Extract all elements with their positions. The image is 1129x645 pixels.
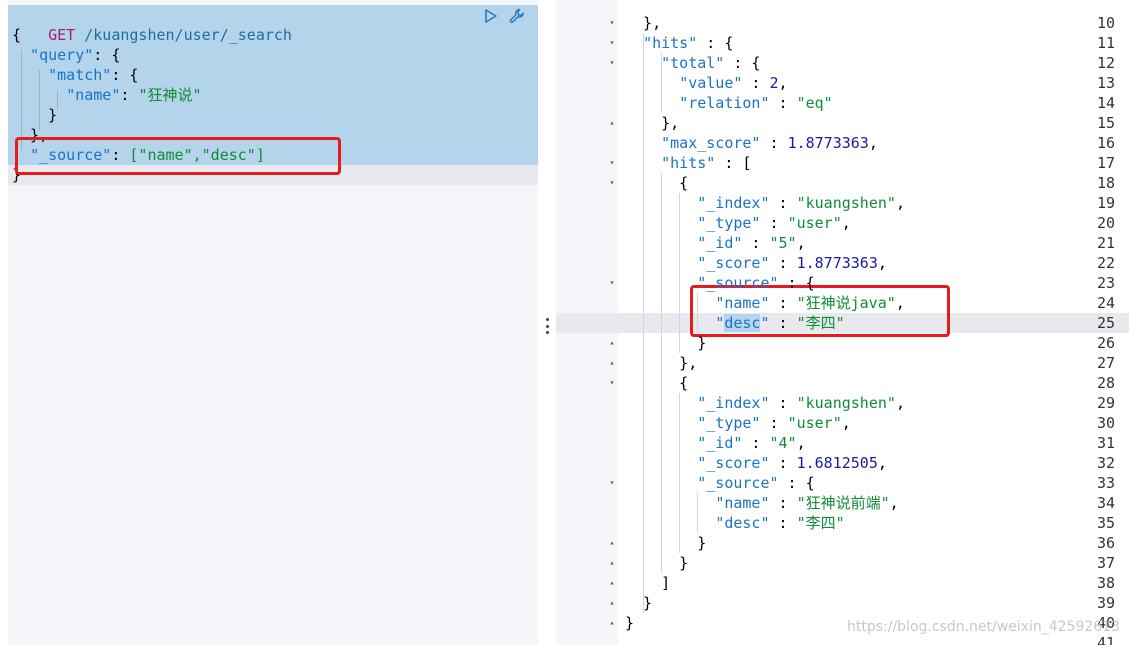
line-number: 20 [1096, 214, 1115, 232]
line-number: 19 [1096, 194, 1115, 212]
response-code-line: } [625, 614, 635, 632]
line-number: 15 [1096, 114, 1115, 132]
line-number: 23 [1096, 274, 1115, 292]
fold-arrow-icon[interactable]: ▾ [608, 13, 616, 33]
code-line: { [12, 26, 22, 44]
fold-arrow-icon[interactable]: ▾ [608, 33, 616, 53]
response-code-line: "max_score" : 1.8773363, [661, 134, 878, 152]
response-code-line: { [625, 174, 689, 192]
fold-arrow-icon[interactable]: ▾ [608, 153, 616, 173]
unfold-arrow-icon[interactable]: ▴ [608, 613, 616, 633]
response-code-line: "_id" : "4", [697, 434, 806, 452]
response-code-line: "_index" : "kuangshen", [697, 394, 905, 412]
code-line: "name": "狂神说" [66, 86, 202, 104]
unfold-arrow-icon[interactable]: ▴ [608, 593, 616, 613]
response-code-line: "hits" : { [643, 34, 734, 52]
line-number: 36 [1096, 534, 1115, 552]
response-code-line: { [625, 374, 689, 392]
response-code-line: "_source" : { [697, 474, 815, 492]
line-number: 33 [1096, 474, 1115, 492]
response-code-line: "value" : 2, [679, 74, 788, 92]
line-number: 18 [1096, 174, 1115, 192]
response-code-line: "_id" : "5", [697, 234, 806, 252]
response-code-line: }, [625, 114, 680, 132]
line-number: 37 [1096, 554, 1115, 572]
response-code-line: "_score" : 1.6812505, [697, 454, 887, 472]
line-number: 32 [1096, 454, 1115, 472]
response-code-line: "desc" : "李四" [715, 514, 845, 532]
line-number: 38 [1096, 574, 1115, 592]
response-code-line: } [625, 554, 689, 572]
line-number: 35 [1096, 514, 1115, 532]
unfold-arrow-icon[interactable]: ▴ [608, 353, 616, 373]
response-viewer[interactable]: 10 ▾ }, 11 ▾ "hits" : { 12 ▾ "total" : { 13 "v… [556, 0, 1129, 645]
line-number: 10 [1096, 14, 1115, 32]
unfold-arrow-icon[interactable]: ▴ [608, 553, 616, 573]
response-code-line: }, [625, 14, 662, 32]
line-number: 26 [1096, 334, 1115, 352]
line-number: 34 [1096, 494, 1115, 512]
line-number: 14 [1096, 94, 1115, 112]
response-code-line: } [625, 334, 707, 352]
response-code-line: ] [625, 574, 671, 592]
line-number: 30 [1096, 414, 1115, 432]
response-code-line: }, [625, 354, 698, 372]
response-code-line: "name" : "狂神说java", [715, 294, 905, 312]
resize-handle[interactable] [544, 318, 550, 334]
code-line: "query": { [30, 46, 121, 64]
request-toolbar [482, 7, 526, 27]
code-line: "match": { [48, 66, 139, 84]
line-number: 13 [1096, 74, 1115, 92]
line-number: 27 [1096, 354, 1115, 372]
request-path: /kuangshen/user/_search [84, 26, 292, 44]
response-code-line: "name" : "狂神说前端", [715, 494, 899, 512]
unfold-arrow-icon[interactable]: ▴ [608, 533, 616, 553]
response-code-line: "total" : { [661, 54, 761, 72]
line-number: 39 [1096, 594, 1115, 612]
line-number: 28 [1096, 374, 1115, 392]
pane-divider[interactable] [538, 0, 556, 645]
watermark: https://blog.csdn.net/weixin_42592613 [846, 619, 1120, 635]
line-number: 21 [1096, 234, 1115, 252]
wrench-icon[interactable] [508, 7, 526, 25]
response-code-line: "hits" : [ [661, 154, 752, 172]
line-number: 22 [1096, 254, 1115, 272]
line-number: 11 [1096, 34, 1115, 52]
response-code-line: "_source" : { [697, 274, 815, 292]
unfold-arrow-icon[interactable]: ▴ [608, 113, 616, 133]
line-number: 25 [1096, 314, 1115, 332]
fold-arrow-icon[interactable]: ▾ [608, 173, 616, 193]
line-number: 12 [1096, 54, 1115, 72]
code-line: } [12, 106, 58, 124]
response-code-line: "_score" : 1.8773363, [697, 254, 887, 272]
response-code-line: "_index" : "kuangshen", [697, 194, 905, 212]
fold-arrow-icon[interactable]: ▾ [608, 373, 616, 393]
request-line[interactable]: GET /kuangshen/user/_search [12, 5, 292, 44]
response-code-line: "desc" : "李四" [715, 314, 845, 332]
line-number: 31 [1096, 434, 1115, 452]
response-code-line: } [625, 594, 653, 612]
response-code-line: } [625, 534, 707, 552]
response-code-line: "relation" : "eq" [679, 94, 833, 112]
line-number: 16 [1096, 134, 1115, 152]
unfold-arrow-icon[interactable]: ▴ [608, 573, 616, 593]
fold-arrow-icon[interactable]: ▾ [608, 53, 616, 73]
play-icon[interactable] [482, 7, 500, 25]
line-number: 24 [1096, 294, 1115, 312]
fold-arrow-icon[interactable]: ▾ [608, 473, 616, 493]
line-number: 29 [1096, 394, 1115, 412]
fold-arrow-icon[interactable]: ▾ [608, 273, 616, 293]
request-editor[interactable]: GET /kuangshen/user/_search { "query": {… [8, 0, 538, 645]
highlight-box [15, 137, 341, 175]
line-number: 17 [1096, 154, 1115, 172]
response-code-line: "_type" : "user", [697, 214, 851, 232]
http-method: GET [48, 26, 76, 44]
unfold-arrow-icon[interactable]: ▴ [608, 333, 616, 353]
response-code-line: "_type" : "user", [697, 414, 851, 432]
